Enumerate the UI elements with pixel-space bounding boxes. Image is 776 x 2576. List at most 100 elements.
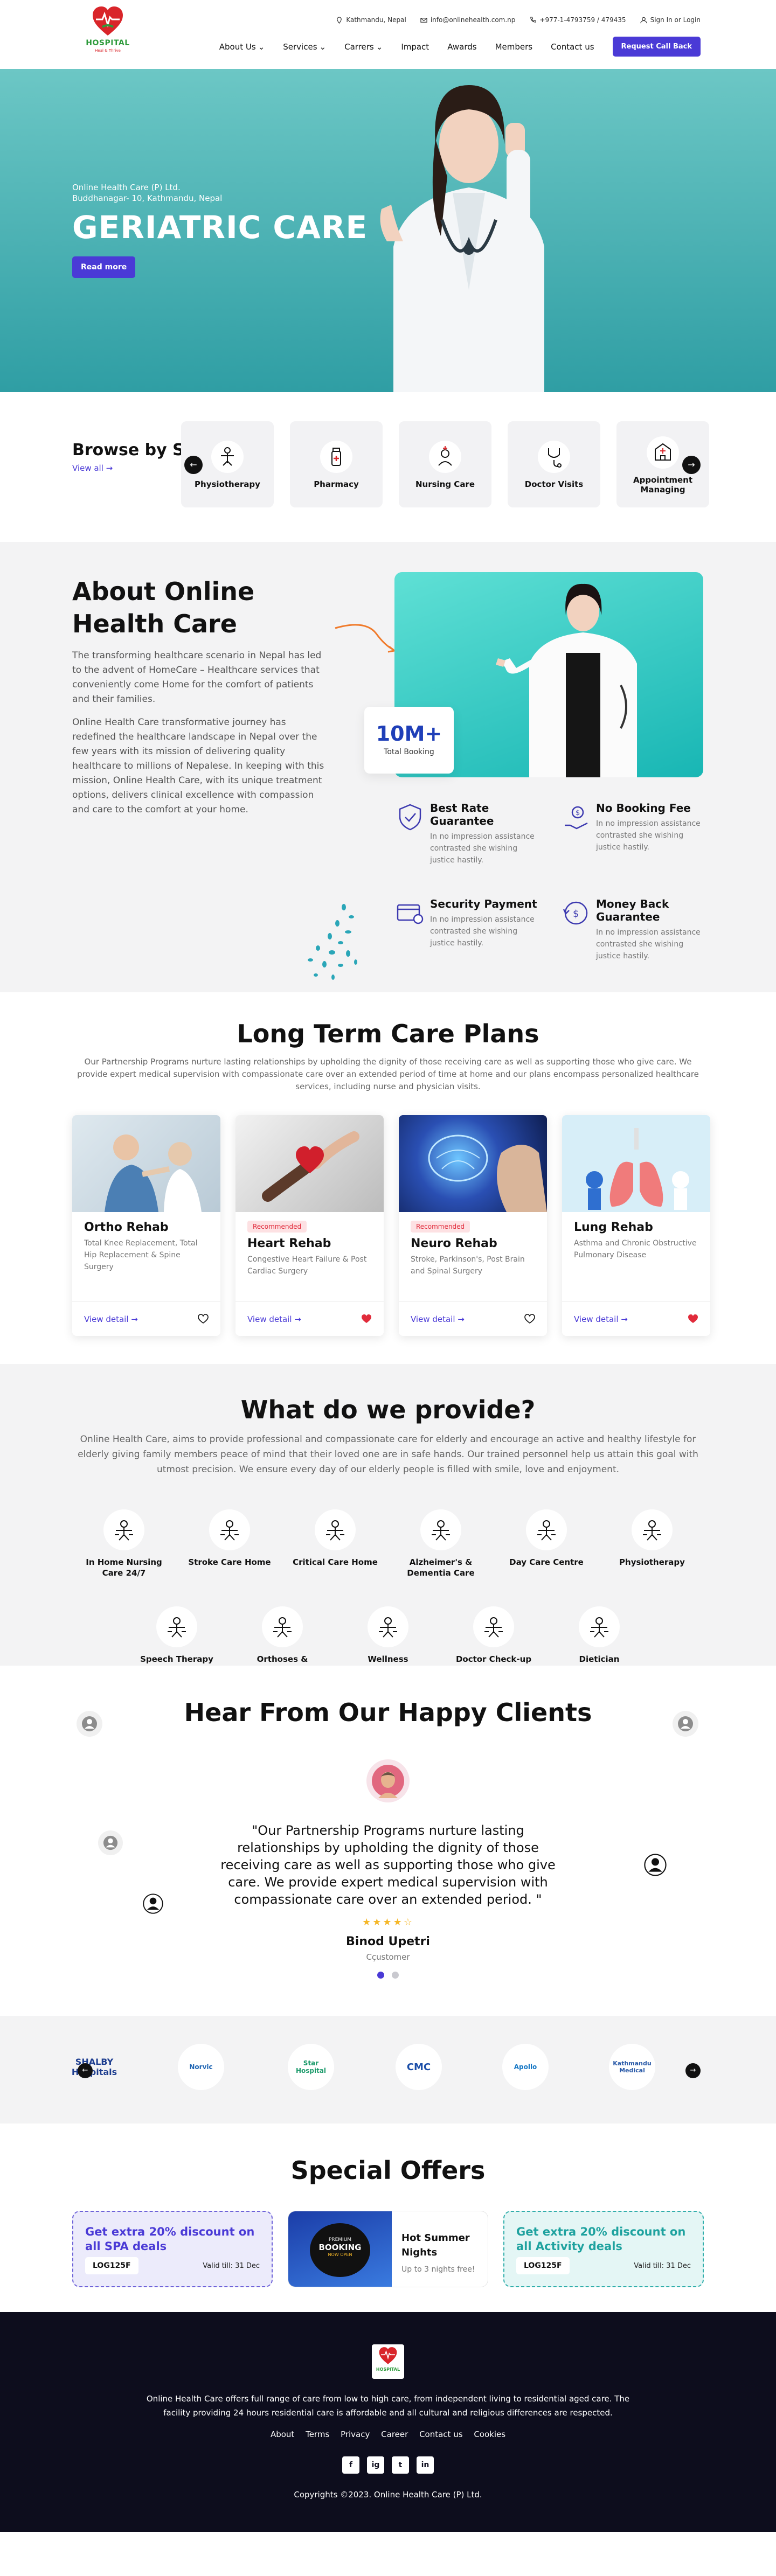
user-icon: [640, 17, 647, 23]
nav-careers[interactable]: Carrers ⌄: [344, 42, 383, 52]
provide-item[interactable]: Alzheimer's & Dementia Care: [392, 1509, 489, 1578]
signin-link[interactable]: Sign In or Login: [640, 16, 701, 24]
nav-about-us[interactable]: About Us ⌄: [219, 42, 265, 52]
partner-logo-star[interactable]: Star Hospital: [288, 2044, 334, 2090]
provide-item[interactable]: Speech Therapy: [128, 1606, 225, 1665]
shield-check-icon: [399, 804, 421, 831]
heart-filled-icon[interactable]: [361, 1314, 372, 1325]
nav-members[interactable]: Members: [495, 42, 533, 52]
plan-card-lung-rehab[interactable]: Lung Rehab Asthma and Chronic Obstructiv…: [562, 1115, 710, 1336]
decorative-pills-icon: [308, 904, 357, 980]
site-header: HOSPITAL Heal & Thrive Kathmandu, Nepal …: [0, 0, 776, 69]
browse-next-arrow-icon[interactable]: →: [682, 456, 701, 474]
provide-item[interactable]: Doctor Check-up: [445, 1606, 542, 1665]
footer-link-career[interactable]: Career: [381, 2429, 408, 2439]
linkedin-icon[interactable]: in: [417, 2456, 434, 2474]
provide-icon-wrap: [103, 1509, 144, 1550]
provide-item[interactable]: Day Care Centre: [498, 1509, 595, 1568]
view-detail-link[interactable]: View detail →: [84, 1314, 138, 1324]
offer-validity: Valid till: 31 Dec: [634, 2262, 691, 2270]
partners-section: SHALBY Hospitals ← Norvic Star Hospital …: [0, 2016, 776, 2124]
partner-logo-apollo[interactable]: Apollo: [502, 2044, 549, 2090]
heart-filled-icon[interactable]: [688, 1314, 698, 1325]
provide-item[interactable]: In Home Nursing Care 24/7: [75, 1509, 172, 1578]
offer-card-summer[interactable]: PREMIUM BOOKING NOW OPEN Hot Summer Nigh…: [288, 2211, 488, 2287]
plan-card-neuro-rehab[interactable]: Recommended Neuro Rehab Stroke, Parkinso…: [399, 1115, 547, 1336]
read-more-button[interactable]: Read more: [72, 256, 136, 278]
provide-icon-wrap: [579, 1606, 620, 1647]
partner-logo-kathmandu-medical[interactable]: Kathmandu Medical: [609, 2044, 655, 2090]
partner-logo-norvic[interactable]: Norvic: [178, 2044, 224, 2090]
facebook-icon[interactable]: f: [342, 2456, 359, 2474]
client-avatar-icon[interactable]: [77, 1711, 102, 1737]
browse-prev-arrow-icon[interactable]: ←: [184, 456, 203, 474]
instagram-icon[interactable]: ig: [367, 2456, 384, 2474]
provide-item[interactable]: Dietician Consultation: [551, 1606, 648, 1675]
carousel-dot[interactable]: [391, 1972, 399, 1979]
offer-card-spa[interactable]: Get extra 20% discount on all SPA deals …: [72, 2211, 273, 2287]
offer-validity: Valid till: 31 Dec: [203, 2262, 260, 2270]
provide-item[interactable]: Wellness: [340, 1606, 436, 1665]
footer-link-privacy[interactable]: Privacy: [341, 2429, 370, 2439]
offer-code[interactable]: LOG125F: [85, 2257, 138, 2274]
nav-services[interactable]: Services ⌄: [283, 42, 326, 52]
offer-text: Up to 3 nights free!: [401, 2265, 475, 2274]
hands-heart-image: [262, 1131, 359, 1202]
service-card-pharmacy[interactable]: Pharmacy: [290, 421, 383, 507]
email-text: info@onlinehealth.com.np: [430, 16, 516, 24]
feature-text: In no impression assistance contrasted s…: [430, 915, 535, 948]
phone-info[interactable]: +977-1-4793759 / 479435: [529, 16, 626, 24]
service-card-doctor-visits[interactable]: Doctor Visits: [508, 421, 600, 507]
provide-item[interactable]: Orthoses & Prostheses: [234, 1606, 331, 1675]
hospital-logo[interactable]: HOSPITAL Heal & Thrive: [81, 5, 135, 61]
heart-outline-icon[interactable]: [198, 1313, 209, 1325]
nav-awards[interactable]: Awards: [447, 42, 476, 52]
partners-next-arrow-icon[interactable]: →: [685, 2063, 701, 2078]
client-avatar-icon[interactable]: [98, 1830, 123, 1855]
offer-code[interactable]: LOG125F: [516, 2257, 570, 2274]
carousel-dot-active[interactable]: [377, 1972, 385, 1979]
client-name: Binod Upetri: [346, 1935, 430, 1948]
view-detail-link[interactable]: View detail →: [574, 1314, 628, 1324]
nav-contact-us[interactable]: Contact us: [551, 42, 594, 52]
view-detail-link[interactable]: View detail →: [247, 1314, 301, 1324]
client-avatar-icon[interactable]: [673, 1711, 698, 1737]
partner-name: Norvic: [189, 2063, 213, 2071]
provide-item[interactable]: Stroke Care Home: [181, 1509, 278, 1568]
client-avatar-icon[interactable]: [642, 1852, 668, 1878]
browse-services-section: Browse by Services View all → Physiother…: [0, 392, 776, 542]
provide-icon-wrap: [526, 1509, 567, 1550]
footer-link-contact[interactable]: Contact us: [419, 2429, 462, 2439]
location-info: Kathmandu, Nepal: [336, 16, 406, 24]
user-silhouette-icon: [143, 1893, 163, 1914]
heart-outline-icon[interactable]: [524, 1313, 535, 1325]
request-call-back-button[interactable]: Request Call Back: [612, 37, 701, 57]
provide-item[interactable]: Physiotherapy: [604, 1509, 701, 1568]
offer-card-activity[interactable]: Get extra 20% discount on all Activity d…: [503, 2211, 704, 2287]
plan-card-heart-rehab[interactable]: Recommended Heart Rehab Congestive Heart…: [235, 1115, 384, 1336]
footer-link-about[interactable]: About: [271, 2429, 294, 2439]
nav-impact[interactable]: Impact: [401, 42, 429, 52]
partner-logo-cmc[interactable]: CMC: [396, 2044, 442, 2090]
provide-item[interactable]: Critical Care Home: [287, 1509, 384, 1568]
plan-footer: View detail →: [399, 1301, 547, 1336]
footer-link-terms[interactable]: Terms: [306, 2429, 329, 2439]
feature-security-payment: Security Payment In no impression assist…: [394, 897, 540, 949]
footer-link-cookies[interactable]: Cookies: [474, 2429, 505, 2439]
feature-text: In no impression assistance contrasted s…: [430, 832, 535, 865]
client-avatar-icon[interactable]: [141, 1892, 165, 1916]
client-photo-image: [372, 1765, 404, 1798]
partners-prev-arrow-icon[interactable]: ←: [78, 2063, 93, 2078]
pharmacy-icon: [320, 441, 352, 473]
provide-item-label: Alzheimer's & Dementia Care: [407, 1557, 475, 1578]
twitter-icon[interactable]: t: [392, 2456, 409, 2474]
footer-logo[interactable]: HOSPITAL: [372, 2344, 404, 2379]
view-detail-link[interactable]: View detail →: [411, 1314, 465, 1324]
provide-icon-wrap: [156, 1606, 197, 1647]
email-info[interactable]: info@onlinehealth.com.np: [420, 16, 516, 24]
copyright: Copyrights ©2023. Online Health Care (P)…: [294, 2490, 482, 2500]
badge-top: PREMIUM: [328, 2237, 352, 2243]
plan-card-ortho-rehab[interactable]: Ortho Rehab Total Knee Replacement, Tota…: [72, 1115, 220, 1336]
provide-icon-wrap: [315, 1509, 356, 1550]
service-card-nursing-care[interactable]: Nursing Care: [399, 421, 491, 507]
